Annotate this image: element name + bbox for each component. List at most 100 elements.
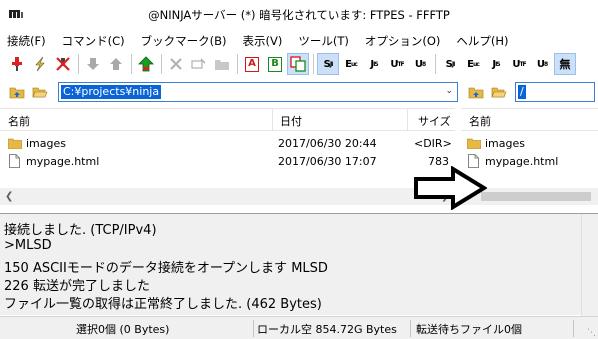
local-path-input[interactable]: C:¥projects¥ninja ⌄ — [58, 82, 458, 102]
utf8bom-label: U — [414, 58, 423, 70]
title-bar: @NINJAサーバー (*) 暗号化されています: FTPES - FFFTP — [0, 0, 598, 28]
up-arrow-icon — [110, 58, 122, 70]
quick-connect-button[interactable] — [29, 53, 51, 75]
local-euc-button[interactable]: Euc — [340, 53, 362, 75]
menu-command[interactable]: コマンド(C) — [54, 33, 125, 49]
file-name: mypage.html — [485, 155, 559, 168]
remote-utf8-button[interactable]: U TF — [508, 53, 530, 75]
toolbar-separator — [237, 54, 238, 74]
connect-plug-icon — [12, 57, 22, 71]
status-local-free: ローカル空 854.72G Bytes — [257, 323, 397, 336]
scroll-left-icon[interactable]: ❮ — [5, 191, 13, 202]
disconnect-button[interactable] — [52, 53, 74, 75]
open-folder-icon — [491, 87, 507, 98]
status-selected: 選択0個 (0 Bytes) — [76, 323, 170, 336]
local-path-value: C:¥projects¥ninja — [61, 85, 162, 99]
menu-bookmark[interactable]: ブックマーク(B) — [133, 33, 227, 49]
rename-icon — [191, 58, 206, 69]
local-horizontal-scrollbar[interactable]: ❮ ❯ — [0, 188, 455, 205]
local-list-header: 名前 日付 サイズ — [0, 109, 455, 131]
disconnect-icon — [56, 57, 70, 71]
menu-view[interactable]: 表示(V) — [234, 33, 282, 49]
right-arrow-icon — [414, 166, 487, 210]
ascii-a-icon: A — [245, 56, 259, 72]
log-vertical-scrollbar[interactable] — [581, 214, 598, 316]
local-sjis-button[interactable]: S JI — [317, 53, 339, 75]
toolbar-separator — [78, 54, 79, 74]
toolbar-separator — [161, 54, 162, 74]
remote-jis-button[interactable]: J IS — [485, 53, 507, 75]
column-divider[interactable] — [272, 109, 273, 131]
rename-button[interactable] — [188, 53, 210, 75]
remote-up-folder-button[interactable] — [465, 82, 487, 102]
utf8bom-label: U — [536, 58, 545, 70]
menu-options[interactable]: オプション(O) — [357, 33, 441, 49]
utf8-label: U — [512, 58, 520, 70]
column-divider[interactable] — [407, 109, 408, 131]
status-bar: 選択0個 (0 Bytes) ローカル空 854.72G Bytes 転送待ちフ… — [0, 316, 598, 339]
menu-connect[interactable]: 接続(F) — [0, 33, 46, 49]
local-open-folder-button[interactable] — [29, 82, 51, 102]
toolbar-separator — [131, 54, 132, 74]
window-title: @NINJAサーバー (*) 暗号化されています: FTPES - FFFTP — [148, 8, 450, 22]
remote-euc-button[interactable]: Euc — [462, 53, 484, 75]
auto-mode-button[interactable] — [287, 53, 309, 75]
menu-bar: 接続(F) コマンド(C) ブックマーク(B) 表示(V) ツール(T) オプシ… — [0, 31, 598, 50]
remote-path-value: / — [518, 85, 526, 99]
binary-mode-button[interactable]: B — [264, 53, 286, 75]
toolbar-separator — [313, 54, 314, 74]
log-panel: 接続しました. (TCP/IPv4) >MLSD 150 ASCIIモードのデー… — [0, 213, 598, 316]
status-divider — [410, 320, 411, 337]
log-line: 接続しました. (TCP/IPv4) — [4, 223, 157, 238]
local-up-folder-button[interactable] — [6, 82, 28, 102]
chevron-down-icon[interactable]: ⌄ — [445, 86, 453, 96]
remote-utf8bom-button[interactable]: U8 — [531, 53, 553, 75]
log-line: >MLSD — [4, 238, 52, 253]
scrollbar-thumb[interactable] — [481, 192, 591, 201]
delete-x-icon — [170, 58, 182, 70]
remote-path-input[interactable]: / — [515, 82, 595, 102]
file-name: mypage.html — [26, 155, 100, 168]
folder-icon — [467, 138, 481, 149]
green-up-arrow-icon — [138, 56, 154, 72]
delete-button[interactable] — [165, 53, 187, 75]
local-col-size[interactable]: サイズ — [418, 113, 451, 129]
no-conversion-button[interactable]: 無 — [554, 53, 576, 75]
local-col-date[interactable]: 日付 — [280, 113, 302, 129]
local-list-item[interactable]: mypage.html 2017/06/30 17:07 783 — [0, 153, 455, 171]
folder-icon — [8, 138, 22, 149]
connect-button[interactable] — [6, 53, 28, 75]
remote-col-name[interactable]: 名前 — [469, 113, 491, 129]
remote-list-header: 名前 — [461, 109, 598, 131]
status-divider — [573, 320, 574, 337]
remote-list-item[interactable]: images — [461, 135, 598, 153]
local-path-bar: C:¥projects¥ninja ⌄ — [6, 80, 458, 104]
menu-tools[interactable]: ツール(T) — [290, 33, 349, 49]
local-col-name[interactable]: 名前 — [8, 113, 30, 129]
auto-mode-icon — [290, 56, 306, 72]
log-line: 150 ASCIIモードのデータ接続をオープンします MLSD — [4, 261, 328, 276]
mirror-upload-button[interactable] — [135, 53, 157, 75]
file-icon — [9, 154, 20, 168]
local-utf8bom-button[interactable]: U8 — [409, 53, 431, 75]
ascii-mode-button[interactable]: A — [241, 53, 263, 75]
upload-button[interactable] — [105, 53, 127, 75]
new-folder-icon — [215, 60, 229, 70]
download-button[interactable] — [82, 53, 104, 75]
mkdir-button[interactable] — [211, 53, 233, 75]
local-list-item[interactable]: images 2017/06/30 20:44 <DIR> — [0, 135, 455, 153]
no-conversion-label: 無 — [559, 58, 571, 71]
status-divider — [253, 320, 254, 337]
utf8-label: U — [390, 58, 398, 70]
folder-up-icon — [468, 87, 484, 99]
file-date: 2017/06/30 17:07 — [278, 155, 377, 168]
resize-grip-icon[interactable]: ⋱ — [587, 328, 596, 338]
remote-path-bar: / — [465, 80, 598, 104]
remote-sjis-button[interactable]: S JI — [439, 53, 461, 75]
remote-open-folder-button[interactable] — [488, 82, 510, 102]
toolbar-separator — [435, 54, 436, 74]
lightning-icon — [35, 56, 45, 72]
menu-help[interactable]: ヘルプ(H) — [448, 33, 508, 49]
local-jis-button[interactable]: J IS — [363, 53, 385, 75]
local-utf8-button[interactable]: U TF — [386, 53, 408, 75]
